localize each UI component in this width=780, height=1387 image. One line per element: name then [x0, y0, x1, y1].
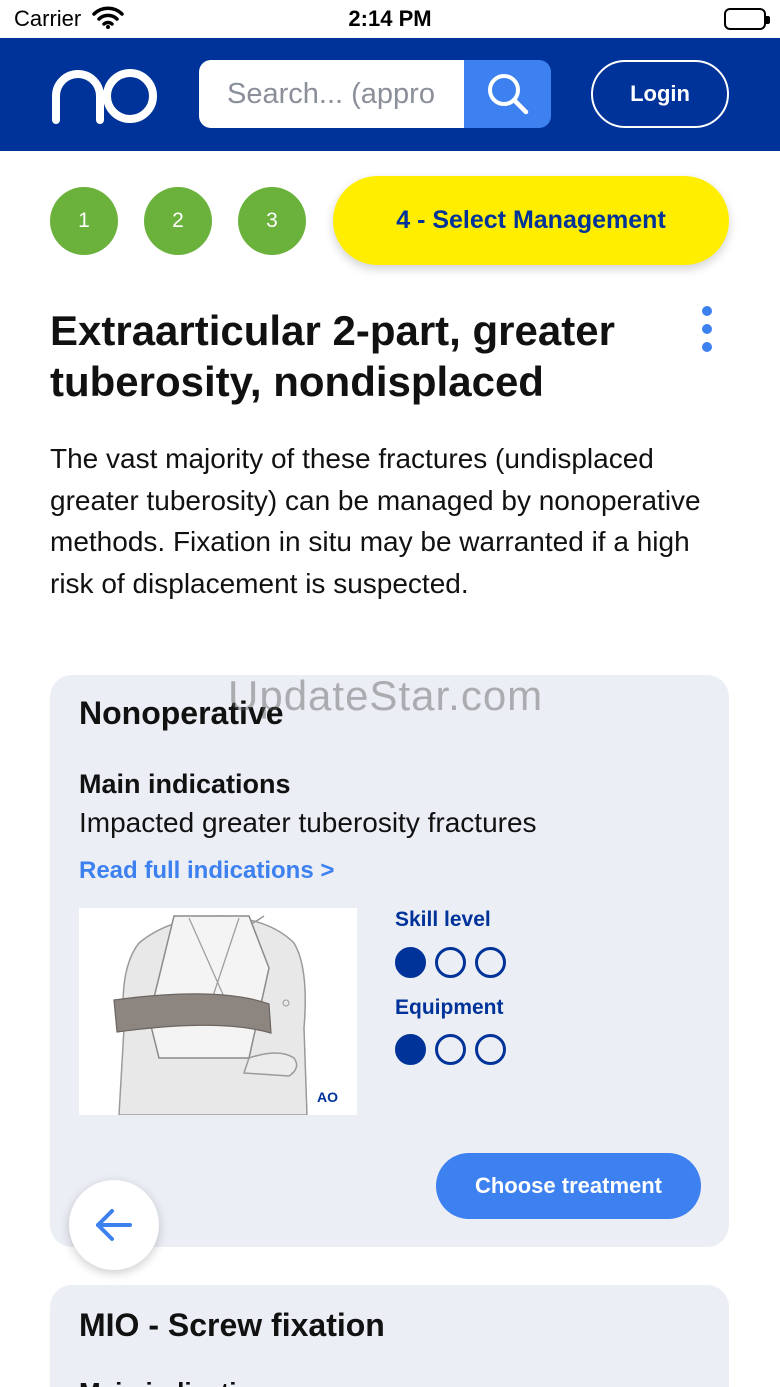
- treatment-card-mio-screw: MIO - Screw fixation Main indications: [50, 1285, 729, 1387]
- step-3[interactable]: 3: [238, 187, 306, 255]
- watermark: UpdateStar.com: [228, 672, 544, 719]
- svg-text:AO: AO: [317, 1089, 338, 1105]
- rating-dot: [395, 1034, 426, 1065]
- battery-icon: [724, 8, 770, 30]
- rating-dot: [435, 947, 466, 978]
- clock: 2:14 PM: [348, 6, 432, 31]
- rating-dot: [395, 947, 426, 978]
- read-full-indications-link[interactable]: Read full indications >: [79, 857, 334, 885]
- treatment-card-nonoperative: Nonoperative Main indications Impacted g…: [50, 675, 729, 1247]
- app-header: Login: [0, 38, 780, 151]
- search-button[interactable]: [464, 60, 551, 128]
- rating-dot: [475, 947, 506, 978]
- ao-logo[interactable]: [50, 66, 160, 129]
- page-title: Extraarticular 2-part, greater tuberosit…: [50, 307, 615, 405]
- search-bar: [199, 60, 551, 128]
- treatment-title: MIO - Screw fixation: [79, 1307, 385, 1343]
- login-button[interactable]: Login: [591, 60, 729, 128]
- step-1[interactable]: 1: [50, 187, 118, 255]
- more-vertical-icon[interactable]: [698, 306, 716, 352]
- main-indications-heading: Main indications: [79, 769, 291, 799]
- step-4-active[interactable]: 4 - Select Management: [333, 176, 729, 265]
- rating-dot: [435, 1034, 466, 1065]
- choose-treatment-button[interactable]: Choose treatment: [436, 1153, 701, 1219]
- rating-dot: [475, 1034, 506, 1065]
- page-description: The vast majority of these fractures (un…: [50, 443, 701, 599]
- sling-illustration[interactable]: AO: [79, 908, 357, 1115]
- step-2[interactable]: 2: [144, 187, 212, 255]
- search-input[interactable]: [199, 60, 464, 128]
- skill-level-label: Skill level: [395, 908, 491, 931]
- status-bar: Carrier 2:14 PM: [0, 0, 780, 38]
- skill-level-rating: [395, 947, 506, 978]
- equipment-rating: [395, 1034, 506, 1065]
- main-indications-heading: Main indications: [79, 1377, 283, 1387]
- arrow-left-icon: [96, 1209, 132, 1241]
- back-button[interactable]: [69, 1180, 159, 1270]
- main-indications-text: Impacted greater tuberosity fractures: [79, 807, 537, 838]
- equipment-label: Equipment: [395, 996, 504, 1019]
- search-icon: [487, 74, 528, 115]
